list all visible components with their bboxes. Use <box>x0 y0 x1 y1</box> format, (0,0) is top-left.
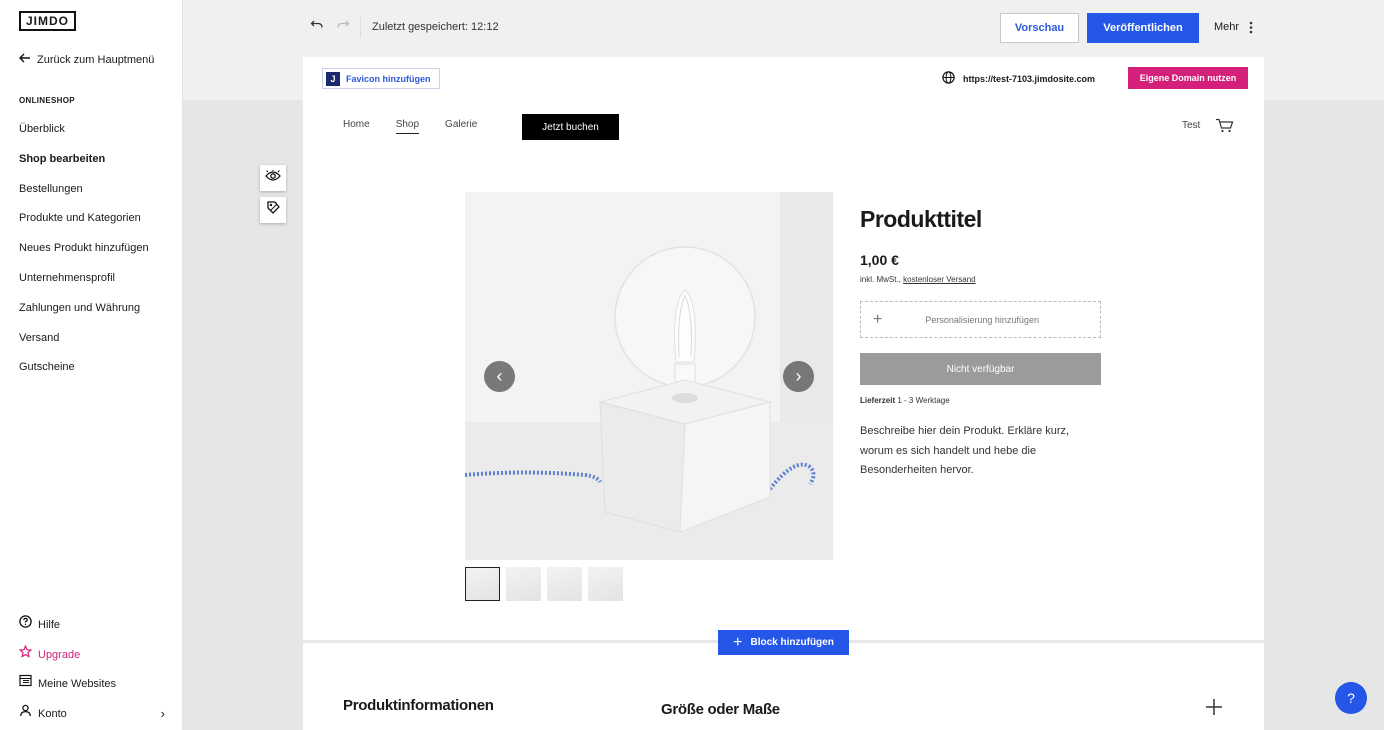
plus-icon: + <box>873 310 883 328</box>
next-image-button[interactable]: › <box>783 361 814 392</box>
site-nav-shop[interactable]: Shop <box>395 119 420 134</box>
help-label: Hilfe <box>38 618 61 631</box>
account-link[interactable]: Konto › <box>19 699 165 729</box>
publish-button[interactable]: Veröffentlichen <box>1087 13 1199 43</box>
product-price[interactable]: 1,00 € <box>860 252 899 268</box>
website-canvas: J Favicon hinzufügen https://test-7103.j… <box>303 57 1264 730</box>
site-nav-home[interactable]: Home <box>343 119 370 134</box>
product-image[interactable]: ‹ › <box>465 192 833 560</box>
sidebar-item-products-categories[interactable]: Produkte und Kategorien <box>19 208 149 238</box>
design-style-button[interactable] <box>260 197 286 223</box>
tax-text: inkl. MwSt., <box>860 275 901 284</box>
jimdo-logo[interactable]: JIMDO <box>19 11 77 31</box>
favicon-label: Favicon hinzufügen <box>346 73 431 84</box>
size-accordion-title[interactable]: Größe oder Maße <box>661 701 780 718</box>
shopping-cart-icon[interactable] <box>1215 118 1234 138</box>
paint-tag-icon <box>266 200 281 220</box>
help-link[interactable]: Hilfe <box>19 610 165 640</box>
add-favicon-button[interactable]: J Favicon hinzufügen <box>322 68 440 89</box>
more-label: Mehr <box>1214 21 1240 33</box>
site-domain: https://test-7103.jimdosite.com <box>942 71 1095 86</box>
favicon-placeholder-icon: J <box>326 71 340 86</box>
websites-label: Meine Websites <box>38 678 117 691</box>
previous-image-button[interactable]: ‹ <box>484 361 515 392</box>
thumbnail-1[interactable] <box>465 567 500 601</box>
star-icon <box>18 644 33 665</box>
sidebar: JIMDO Zurück zum Hauptmenü ONLINESHOP Üb… <box>0 0 183 730</box>
upgrade-label: Upgrade <box>38 648 81 661</box>
plus-icon: + <box>733 633 743 651</box>
sidebar-item-add-product[interactable]: Neues Produkt hinzufügen <box>19 238 149 268</box>
visibility-toggle-button[interactable] <box>260 165 286 191</box>
sidebar-bottom-nav: Hilfe Upgrade Meine Websites Konto › <box>18 610 165 729</box>
domain-url[interactable]: https://test-7103.jimdosite.com <box>963 74 1095 84</box>
lamp-photo <box>465 192 833 560</box>
add-block-label: Block hinzufügen <box>750 637 834 648</box>
chevron-right-icon: › <box>160 706 165 722</box>
personalization-label: Personalisierung hinzufügen <box>925 314 1039 325</box>
help-chat-button[interactable]: ? <box>1335 682 1367 714</box>
unavailable-button: Nicht verfügbar <box>860 353 1101 385</box>
sidebar-item-payments[interactable]: Zahlungen und Währung <box>19 298 149 328</box>
sidebar-item-orders[interactable]: Bestellungen <box>19 179 149 209</box>
delivery-value: 1 - 3 Werktage <box>897 396 950 405</box>
shop-nav: Überblick Shop bearbeiten Bestellungen P… <box>19 119 149 387</box>
chevron-right-icon: › <box>795 366 802 386</box>
save-status: Zuletzt gespeichert: 12:12 <box>372 21 499 33</box>
section-title: ONLINESHOP <box>19 96 75 105</box>
sidebar-item-shipping[interactable]: Versand <box>19 328 149 358</box>
thumbnail-2[interactable] <box>506 567 541 601</box>
shipping-link[interactable]: kostenloser Versand <box>903 275 976 284</box>
upgrade-link[interactable]: Upgrade <box>18 640 165 670</box>
more-menu-button[interactable]: Mehr <box>1214 21 1253 37</box>
my-websites-link[interactable]: Meine Websites <box>19 670 165 700</box>
user-icon <box>19 704 32 724</box>
sidebar-item-vouchers[interactable]: Gutscheine <box>19 357 149 387</box>
sidebar-item-overview[interactable]: Überblick <box>19 119 149 149</box>
site-user-link[interactable]: Test <box>1182 120 1200 131</box>
add-personalization-button[interactable]: + Personalisierung hinzufügen <box>860 301 1101 338</box>
undo-icon[interactable] <box>310 18 324 37</box>
expand-plus-icon[interactable] <box>1205 695 1223 723</box>
tax-info: inkl. MwSt., kostenloser Versand <box>860 275 976 284</box>
image-thumbnails <box>465 567 623 601</box>
add-block-button[interactable]: + Block hinzufügen <box>718 630 849 655</box>
custom-domain-button[interactable]: Eigene Domain nutzen <box>1128 67 1248 89</box>
globe-icon <box>942 71 955 86</box>
websites-grid-icon <box>19 674 32 694</box>
account-label: Konto <box>38 708 67 721</box>
thumbnail-3[interactable] <box>547 567 582 601</box>
delivery-label: Lieferzeit <box>860 396 896 405</box>
toolbar-separator <box>360 16 361 38</box>
sidebar-item-edit-shop[interactable]: Shop bearbeiten <box>19 149 149 179</box>
question-circle-icon <box>19 615 32 635</box>
kebab-menu-icon <box>1249 21 1253 37</box>
delivery-time: Lieferzeit 1 - 3 Werktage <box>860 396 950 405</box>
preview-button[interactable]: Vorschau <box>1000 13 1079 43</box>
product-title[interactable]: Produkttitel <box>860 206 982 233</box>
thumbnail-4[interactable] <box>588 567 623 601</box>
sidebar-item-company-profile[interactable]: Unternehmensprofil <box>19 268 149 298</box>
chevron-left-icon: ‹ <box>496 366 503 386</box>
site-navigation: Home Shop Galerie <box>343 119 477 134</box>
arrow-left-icon <box>19 53 31 66</box>
book-now-button[interactable]: Jetzt buchen <box>522 114 619 140</box>
eye-icon <box>265 169 281 187</box>
section-tools <box>260 165 286 229</box>
back-label: Zurück zum Hauptmenü <box>37 53 155 66</box>
back-to-main-menu-link[interactable]: Zurück zum Hauptmenü <box>19 53 154 66</box>
redo-icon[interactable] <box>336 18 350 37</box>
site-nav-gallery[interactable]: Galerie <box>445 119 477 134</box>
product-description[interactable]: Beschreibe hier dein Produkt. Erkläre ku… <box>860 422 1100 481</box>
product-info-heading[interactable]: Produktinformationen <box>343 697 494 714</box>
